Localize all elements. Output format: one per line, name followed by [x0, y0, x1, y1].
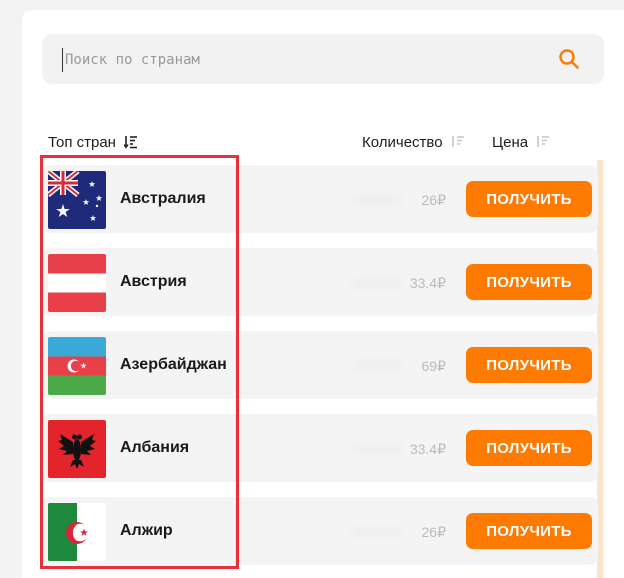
price-value: 33.4₽: [409, 275, 446, 291]
sort-icon[interactable]: [536, 135, 550, 149]
flag-australia-icon: [48, 171, 106, 229]
country-name: Алжир: [120, 522, 173, 539]
table-row[interactable]: Албания 33.4₽ ПОЛУЧИТЬ: [42, 414, 598, 482]
sort-icon[interactable]: [451, 135, 465, 149]
flag-austria-icon: [48, 254, 106, 312]
table-row[interactable]: Австрия 33.4₽ ПОЛУЧИТЬ: [42, 248, 598, 316]
flag-albania-icon: [48, 420, 106, 478]
country-name: Австрия: [120, 273, 187, 290]
quantity-value: [352, 444, 402, 454]
sort-icon[interactable]: [124, 135, 138, 149]
get-button[interactable]: ПОЛУЧИТЬ: [466, 181, 592, 217]
quantity-value: [352, 361, 402, 371]
price-column-label: Цена: [492, 134, 529, 151]
search-bar: [42, 34, 604, 84]
quantity-column-label: Количество: [362, 134, 443, 151]
table-row[interactable]: Азербайджан 69₽ ПОЛУЧИТЬ: [42, 331, 598, 399]
flag-algeria-icon: [48, 503, 106, 561]
country-column-label: Топ стран: [48, 134, 116, 151]
country-name: Австралия: [120, 190, 206, 207]
price-value: 26₽: [421, 192, 446, 208]
country-name: Албания: [120, 439, 190, 456]
price-column-header[interactable]: Цена: [492, 134, 550, 151]
flag-azerbaijan-icon: [48, 337, 106, 395]
quantity-value: [352, 278, 402, 288]
table-row[interactable]: Алжир 26₽ ПОЛУЧИТЬ: [42, 497, 598, 565]
price-value: 33.4₽: [409, 441, 446, 457]
get-button[interactable]: ПОЛУЧИТЬ: [466, 513, 592, 549]
country-column-header[interactable]: Топ стран: [48, 134, 138, 151]
get-button[interactable]: ПОЛУЧИТЬ: [466, 430, 592, 466]
search-input[interactable]: [62, 48, 527, 72]
quantity-value: [352, 195, 402, 205]
get-button[interactable]: ПОЛУЧИТЬ: [466, 347, 592, 383]
get-button[interactable]: ПОЛУЧИТЬ: [466, 264, 592, 300]
price-value: 69₽: [421, 358, 446, 374]
quantity-value: [352, 527, 402, 537]
country-name: Азербайджан: [120, 356, 227, 373]
table-row[interactable]: Австралия 26₽ ПОЛУЧИТЬ: [42, 165, 598, 233]
quantity-column-header[interactable]: Количество: [362, 134, 465, 151]
price-value: 26₽: [421, 524, 446, 540]
search-icon[interactable]: [558, 48, 580, 70]
